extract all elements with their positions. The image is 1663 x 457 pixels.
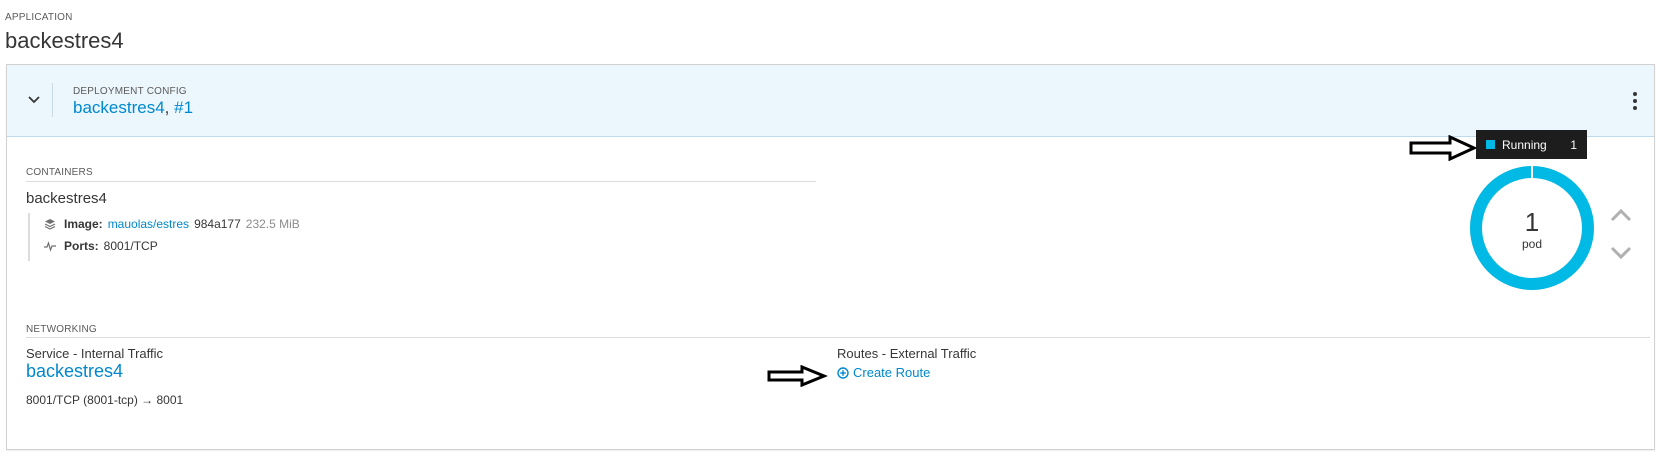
ports-value: 8001/TCP bbox=[103, 239, 158, 253]
service-link[interactable]: backestres4 bbox=[26, 361, 123, 382]
image-row: Image: mauolas/estres 984a177 232.5 MiB bbox=[42, 213, 300, 235]
pod-status-tooltip: Running 1 bbox=[1476, 130, 1587, 159]
image-link[interactable]: mauolas/estres bbox=[108, 217, 189, 231]
image-hash: 984a177 bbox=[194, 217, 241, 231]
deployment-card: DEPLOYMENT CONFIG backestres4, #1 CONTAI… bbox=[6, 64, 1655, 450]
deployment-header: DEPLOYMENT CONFIG backestres4, #1 bbox=[7, 65, 1654, 137]
container-details: Image: mauolas/estres 984a177 232.5 MiB … bbox=[28, 213, 300, 261]
networking-divider bbox=[26, 337, 1650, 338]
arrow-right-icon bbox=[767, 365, 828, 387]
image-label: Image: bbox=[64, 217, 103, 231]
tooltip-status-count: 1 bbox=[1570, 137, 1577, 152]
deployment-config-link[interactable]: backestres4 bbox=[73, 98, 165, 117]
kebab-menu-icon[interactable] bbox=[1628, 90, 1642, 112]
pulse-icon bbox=[42, 240, 58, 252]
running-status-swatch bbox=[1486, 140, 1495, 149]
application-title: backestres4 bbox=[5, 28, 124, 53]
containers-divider bbox=[26, 181, 816, 182]
arrow-right-icon bbox=[1409, 135, 1478, 161]
ports-label: Ports: bbox=[64, 239, 99, 253]
pod-unit-label: pod bbox=[1521, 237, 1543, 251]
containers-section-label: CONTAINERS bbox=[26, 167, 93, 178]
container-name: backestres4 bbox=[26, 190, 107, 207]
chevron-up-icon bbox=[1610, 208, 1632, 222]
scale-up-button[interactable] bbox=[1608, 205, 1634, 225]
routes-label: Routes - External Traffic bbox=[837, 346, 977, 361]
networking-section-label: NETWORKING bbox=[26, 324, 97, 335]
service-ports: 8001/TCP (8001-tcp) → 8001 bbox=[26, 393, 184, 407]
create-route-label: Create Route bbox=[853, 365, 931, 380]
plus-circle-icon bbox=[837, 366, 849, 379]
scale-down-button[interactable] bbox=[1608, 243, 1634, 263]
create-route-link[interactable]: Create Route bbox=[837, 365, 930, 380]
service-label: Service - Internal Traffic bbox=[26, 346, 164, 361]
ports-row: Ports: 8001/TCP bbox=[42, 235, 300, 257]
deployment-revision-link[interactable]: #1 bbox=[174, 98, 193, 117]
application-label: APPLICATION bbox=[5, 12, 73, 23]
deployment-title-separator: , bbox=[164, 98, 170, 117]
image-size: 232.5 MiB bbox=[245, 217, 300, 231]
chevron-down-icon bbox=[1610, 246, 1632, 260]
header-divider bbox=[52, 83, 53, 117]
deployment-config-label: DEPLOYMENT CONFIG bbox=[73, 86, 187, 97]
pod-count: 1 bbox=[1524, 207, 1540, 237]
layers-icon bbox=[42, 218, 58, 230]
collapse-toggle-button[interactable] bbox=[21, 87, 47, 113]
deployment-config-title: backestres4, #1 bbox=[73, 98, 193, 118]
tooltip-status-label: Running bbox=[1502, 137, 1547, 152]
chevron-down-icon bbox=[28, 96, 40, 104]
